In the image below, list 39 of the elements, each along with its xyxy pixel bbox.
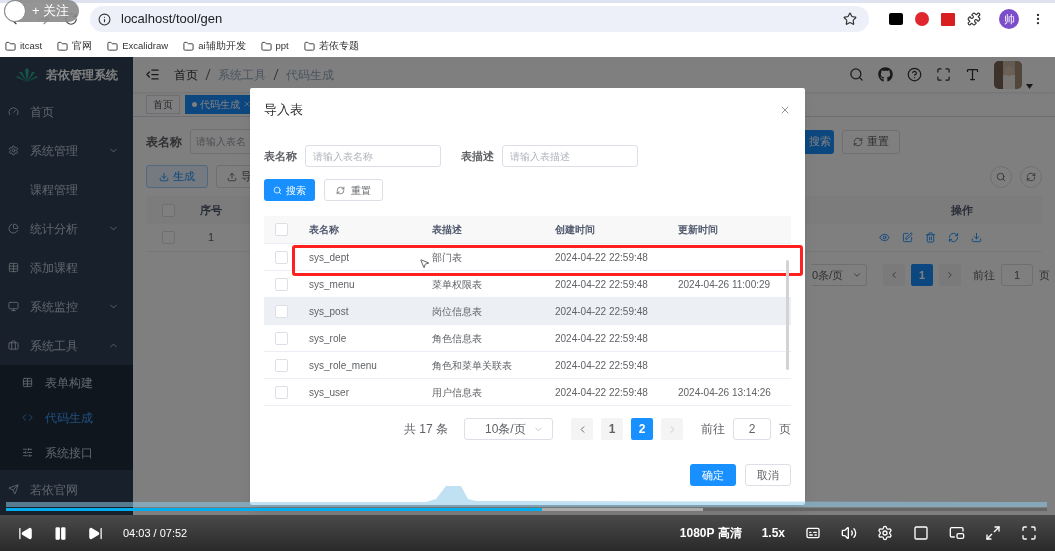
time-display: 04:03 / 07:52 <box>123 525 188 541</box>
table-cell-text: 2024-04-26 13:14:26 <box>677 385 771 400</box>
page-suffix: 页 <box>779 421 791 438</box>
table-cell-text: 1 <box>206 230 216 246</box>
column-header: 序号 <box>199 202 223 218</box>
table-cell-text: 部门表 <box>431 250 463 265</box>
table-cell-text: 2024-04-22 22:59:48 <box>554 304 649 319</box>
table-cell-text: sys_dept <box>308 250 351 265</box>
url-text: localhost/tool/gen <box>121 10 224 29</box>
table-cell-text: 角色信息表 <box>431 331 483 346</box>
table-cell-text: 用户信息表 <box>431 385 483 400</box>
table-cell-text: 2024-04-22 22:59:48 <box>554 358 649 373</box>
column-header: 更新时间 <box>677 223 718 237</box>
table-cell-text: 角色和菜单关联表 <box>431 358 513 373</box>
field-label: 表名称 <box>264 148 297 164</box>
app-title: 若依管理系统 <box>45 66 118 84</box>
page-suffix: 页 <box>1039 267 1050 283</box>
field-label: 表名称 <box>146 133 182 151</box>
column-header: 表名称 <box>308 223 340 237</box>
table-cell-text: sys_role <box>308 331 348 346</box>
table-cell-text: 2024-04-26 11:00:29 <box>677 277 771 292</box>
table-cell-text: sys_menu <box>308 277 356 292</box>
dialog-title: 导入表 <box>264 101 303 120</box>
column-header: 创建时间 <box>554 223 596 237</box>
goto-label: 前往 <box>973 267 995 283</box>
column-header: 表描述 <box>431 223 463 237</box>
table-cell-text: 2024-04-22 22:59:48 <box>554 331 649 346</box>
table-cell-text: 2024-04-22 22:59:48 <box>554 277 649 292</box>
table-cell-text: sys_role_menu <box>308 358 378 373</box>
table-cell-text: sys_post <box>308 304 350 319</box>
table-cell-text: sys_user <box>308 385 350 400</box>
table-cell-text: 2024-04-22 22:59:48 <box>554 250 649 265</box>
goto-label: 前往 <box>701 421 725 438</box>
table-cell-text: 菜单权限表 <box>431 277 483 292</box>
column-header: 操作 <box>950 202 974 218</box>
table-cell-text: 2024-04-22 22:59:48 <box>554 385 649 400</box>
field-label: 表描述 <box>461 148 494 164</box>
table-cell-text: 岗位信息表 <box>431 304 483 319</box>
total-count: 共 17 条 <box>404 421 448 438</box>
